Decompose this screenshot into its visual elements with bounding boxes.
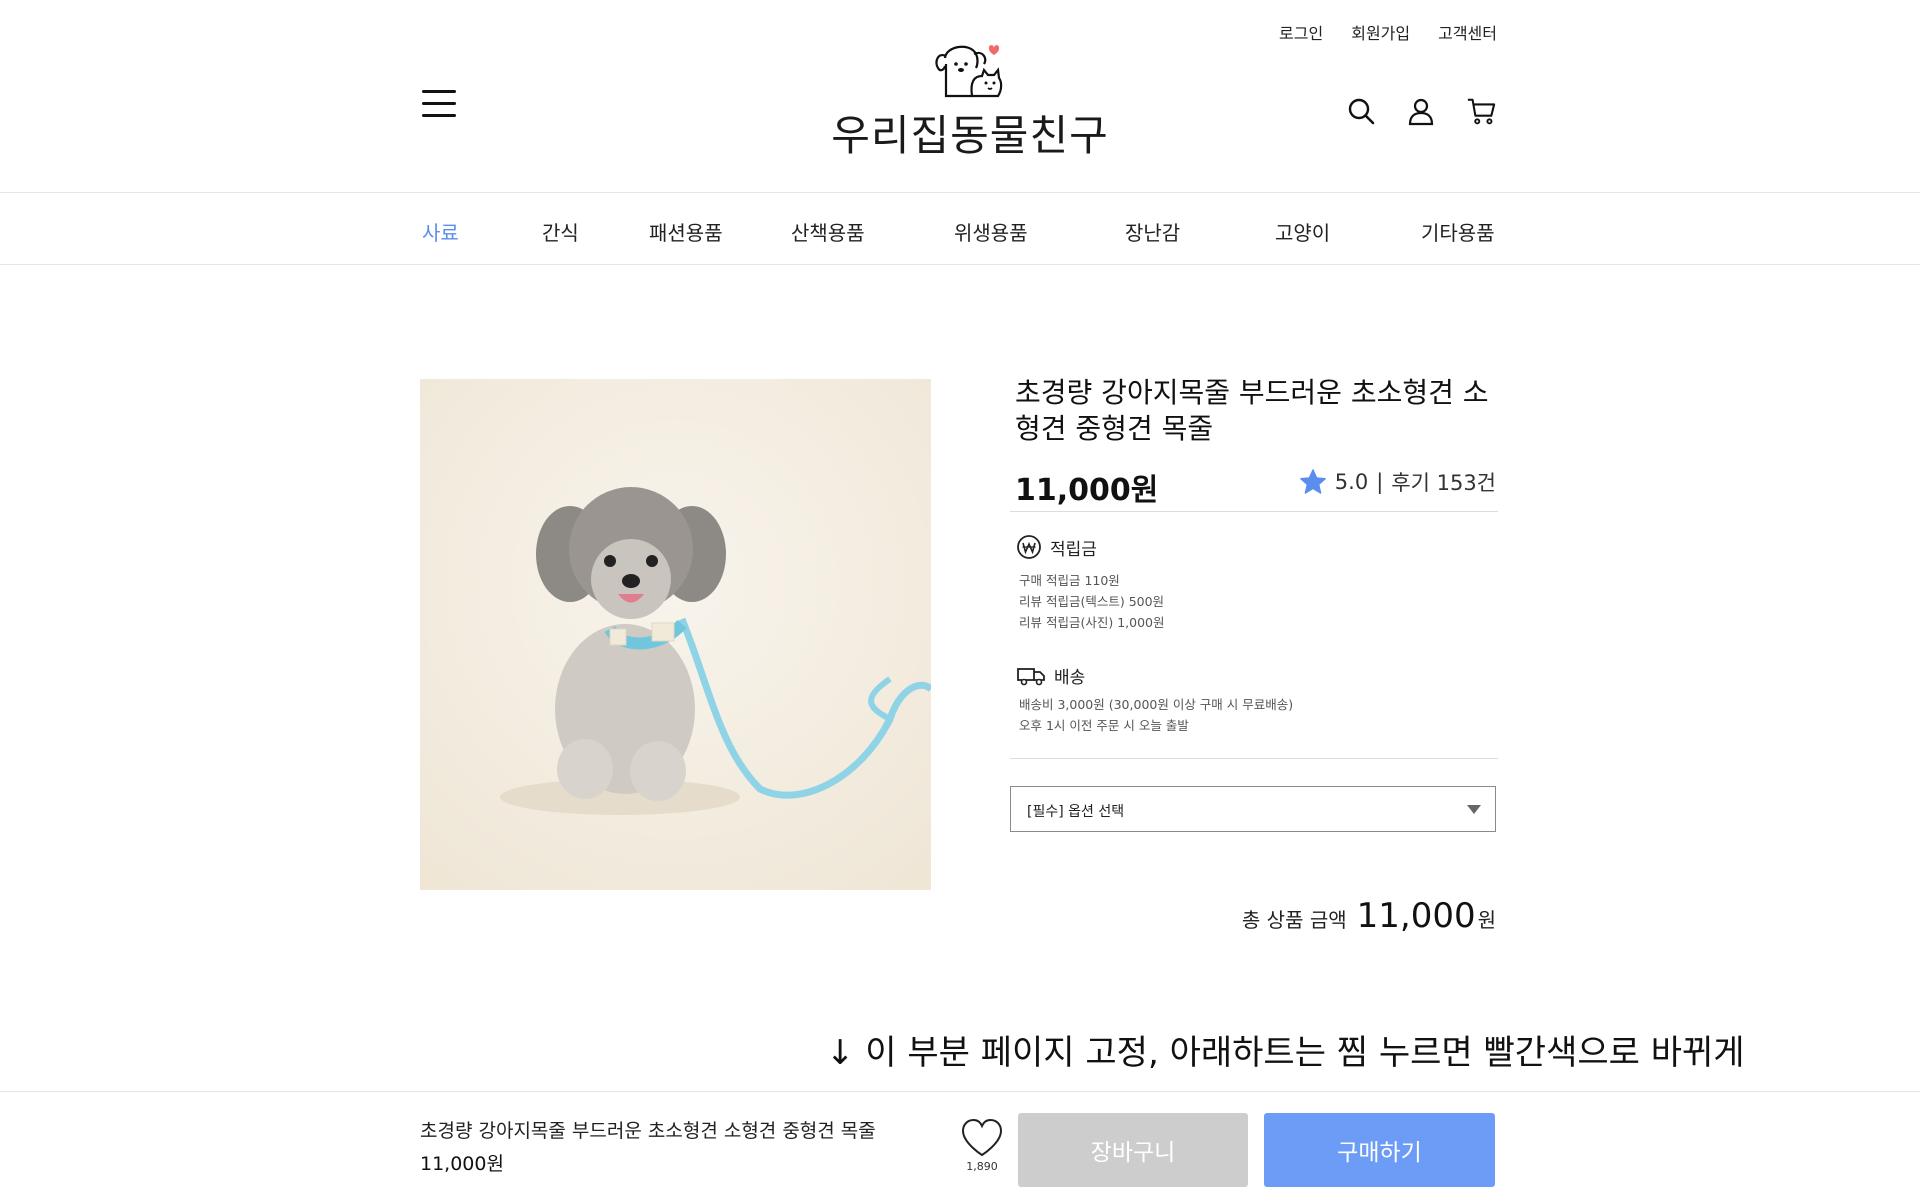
- shipping-line: 배송비 3,000원 (30,000원 이상 구매 시 무료배송): [1019, 697, 1294, 712]
- total-unit: 원: [1477, 908, 1496, 932]
- cart-icon[interactable]: [1466, 96, 1496, 126]
- bottom-purchase-bar: 초경량 강아지목줄 부드러운 초소형견 소형견 중형견 목줄 11,000원 1…: [0, 1091, 1920, 1200]
- annotation-note: ↓ 이 부분 페이지 고정, 아래하트는 찜 누르면 빨간색으로 바뀌게: [826, 1033, 1745, 1073]
- option-select-value: [필수] 옵션 선택: [1027, 804, 1125, 820]
- nav-item-walk[interactable]: 산책용품: [791, 217, 865, 246]
- divider: [1010, 758, 1498, 759]
- product-image[interactable]: [420, 379, 931, 890]
- wish-count: 1,890: [966, 1160, 998, 1173]
- menu-icon[interactable]: [422, 90, 456, 118]
- category-nav: 사료 간식 패션용품 산책용품 위생용품 장난감 고양이 기타용품: [0, 193, 1920, 265]
- site-logo[interactable]: 우리집동물친구: [820, 38, 1120, 160]
- shipping-section: 배송 배송비 3,000원 (30,000원 이상 구매 시 무료배송) 오후 …: [1010, 633, 1498, 736]
- search-icon[interactable]: [1346, 96, 1376, 126]
- nav-item-fashion[interactable]: 패션용품: [649, 217, 723, 246]
- shipping-line: 오후 1시 이전 주문 시 오늘 출발: [1019, 718, 1189, 733]
- bar-product-title: 초경량 강아지목줄 부드러운 초소형견 소형견 중형견 목줄: [420, 1120, 876, 1142]
- points-section: 적립금 구매 적립금 110원 리뷰 적립금(텍스트) 500원 리뷰 적립금(…: [1010, 512, 1498, 633]
- total-label: 총 상품 금액: [1241, 908, 1347, 932]
- nav-item-food[interactable]: 사료: [422, 217, 459, 246]
- rating-value: 5.0: [1334, 470, 1369, 494]
- points-line: 구매 적립금 110원: [1019, 573, 1120, 588]
- rating-separator: |: [1376, 470, 1384, 494]
- wishlist-button[interactable]: 1,890: [958, 1118, 1006, 1178]
- customer-center-link[interactable]: 고객센터: [1438, 20, 1497, 44]
- nav-item-snack[interactable]: 간식: [542, 217, 579, 246]
- poodle-photo: [420, 379, 931, 890]
- points-line: 리뷰 적립금(사진) 1,000원: [1019, 615, 1165, 630]
- site-header: 로그인 회원가입 고객센터 우리집동물친구: [0, 0, 1920, 193]
- utility-links: 로그인 회원가입 고객센터: [1279, 20, 1497, 44]
- logo-text: 우리집동물친구: [831, 111, 1109, 160]
- nav-item-toys[interactable]: 장난감: [1125, 217, 1180, 246]
- bar-product-price: 11,000원: [420, 1153, 504, 1175]
- product-title: 초경량 강아지목줄 부드러운 초소형견 소형견 중형견 목줄: [1015, 376, 1489, 445]
- option-select[interactable]: [필수] 옵션 선택: [1010, 786, 1496, 832]
- nav-item-etc[interactable]: 기타용품: [1421, 217, 1495, 246]
- buy-now-button[interactable]: 구매하기: [1264, 1113, 1495, 1187]
- star-icon: [1300, 469, 1326, 494]
- add-to-cart-button[interactable]: 장바구니: [1018, 1113, 1248, 1187]
- nav-item-cat[interactable]: 고양이: [1275, 217, 1330, 246]
- points-line: 리뷰 적립금(텍스트) 500원: [1019, 594, 1165, 609]
- user-icon[interactable]: [1406, 96, 1436, 126]
- total-price: 총 상품 금액 11,000 원: [1242, 896, 1496, 936]
- dog-cat-logo-icon: [935, 45, 1003, 98]
- nav-item-hygiene[interactable]: 위생용품: [954, 217, 1028, 246]
- login-link[interactable]: 로그인: [1279, 20, 1323, 44]
- won-coin-icon: [1017, 535, 1041, 559]
- shipping-heading: 배송: [1054, 668, 1086, 688]
- product-price: 11,000원: [1015, 473, 1159, 508]
- header-icons: [1346, 96, 1496, 126]
- rating-summary: 5.0 | 후기 153건: [1299, 467, 1496, 497]
- points-heading: 적립금: [1050, 539, 1097, 560]
- product-info: 초경량 강아지목줄 부드러운 초소형견 소형견 중형견 목줄 11,000원 5…: [1010, 375, 1498, 832]
- total-value: 11,000: [1356, 896, 1476, 936]
- heart-icon: [961, 1118, 1003, 1157]
- chevron-down-icon: [1467, 805, 1481, 814]
- truck-icon: [1017, 667, 1045, 685]
- review-count-link[interactable]: 후기 153건: [1391, 467, 1496, 497]
- signup-link[interactable]: 회원가입: [1351, 20, 1410, 44]
